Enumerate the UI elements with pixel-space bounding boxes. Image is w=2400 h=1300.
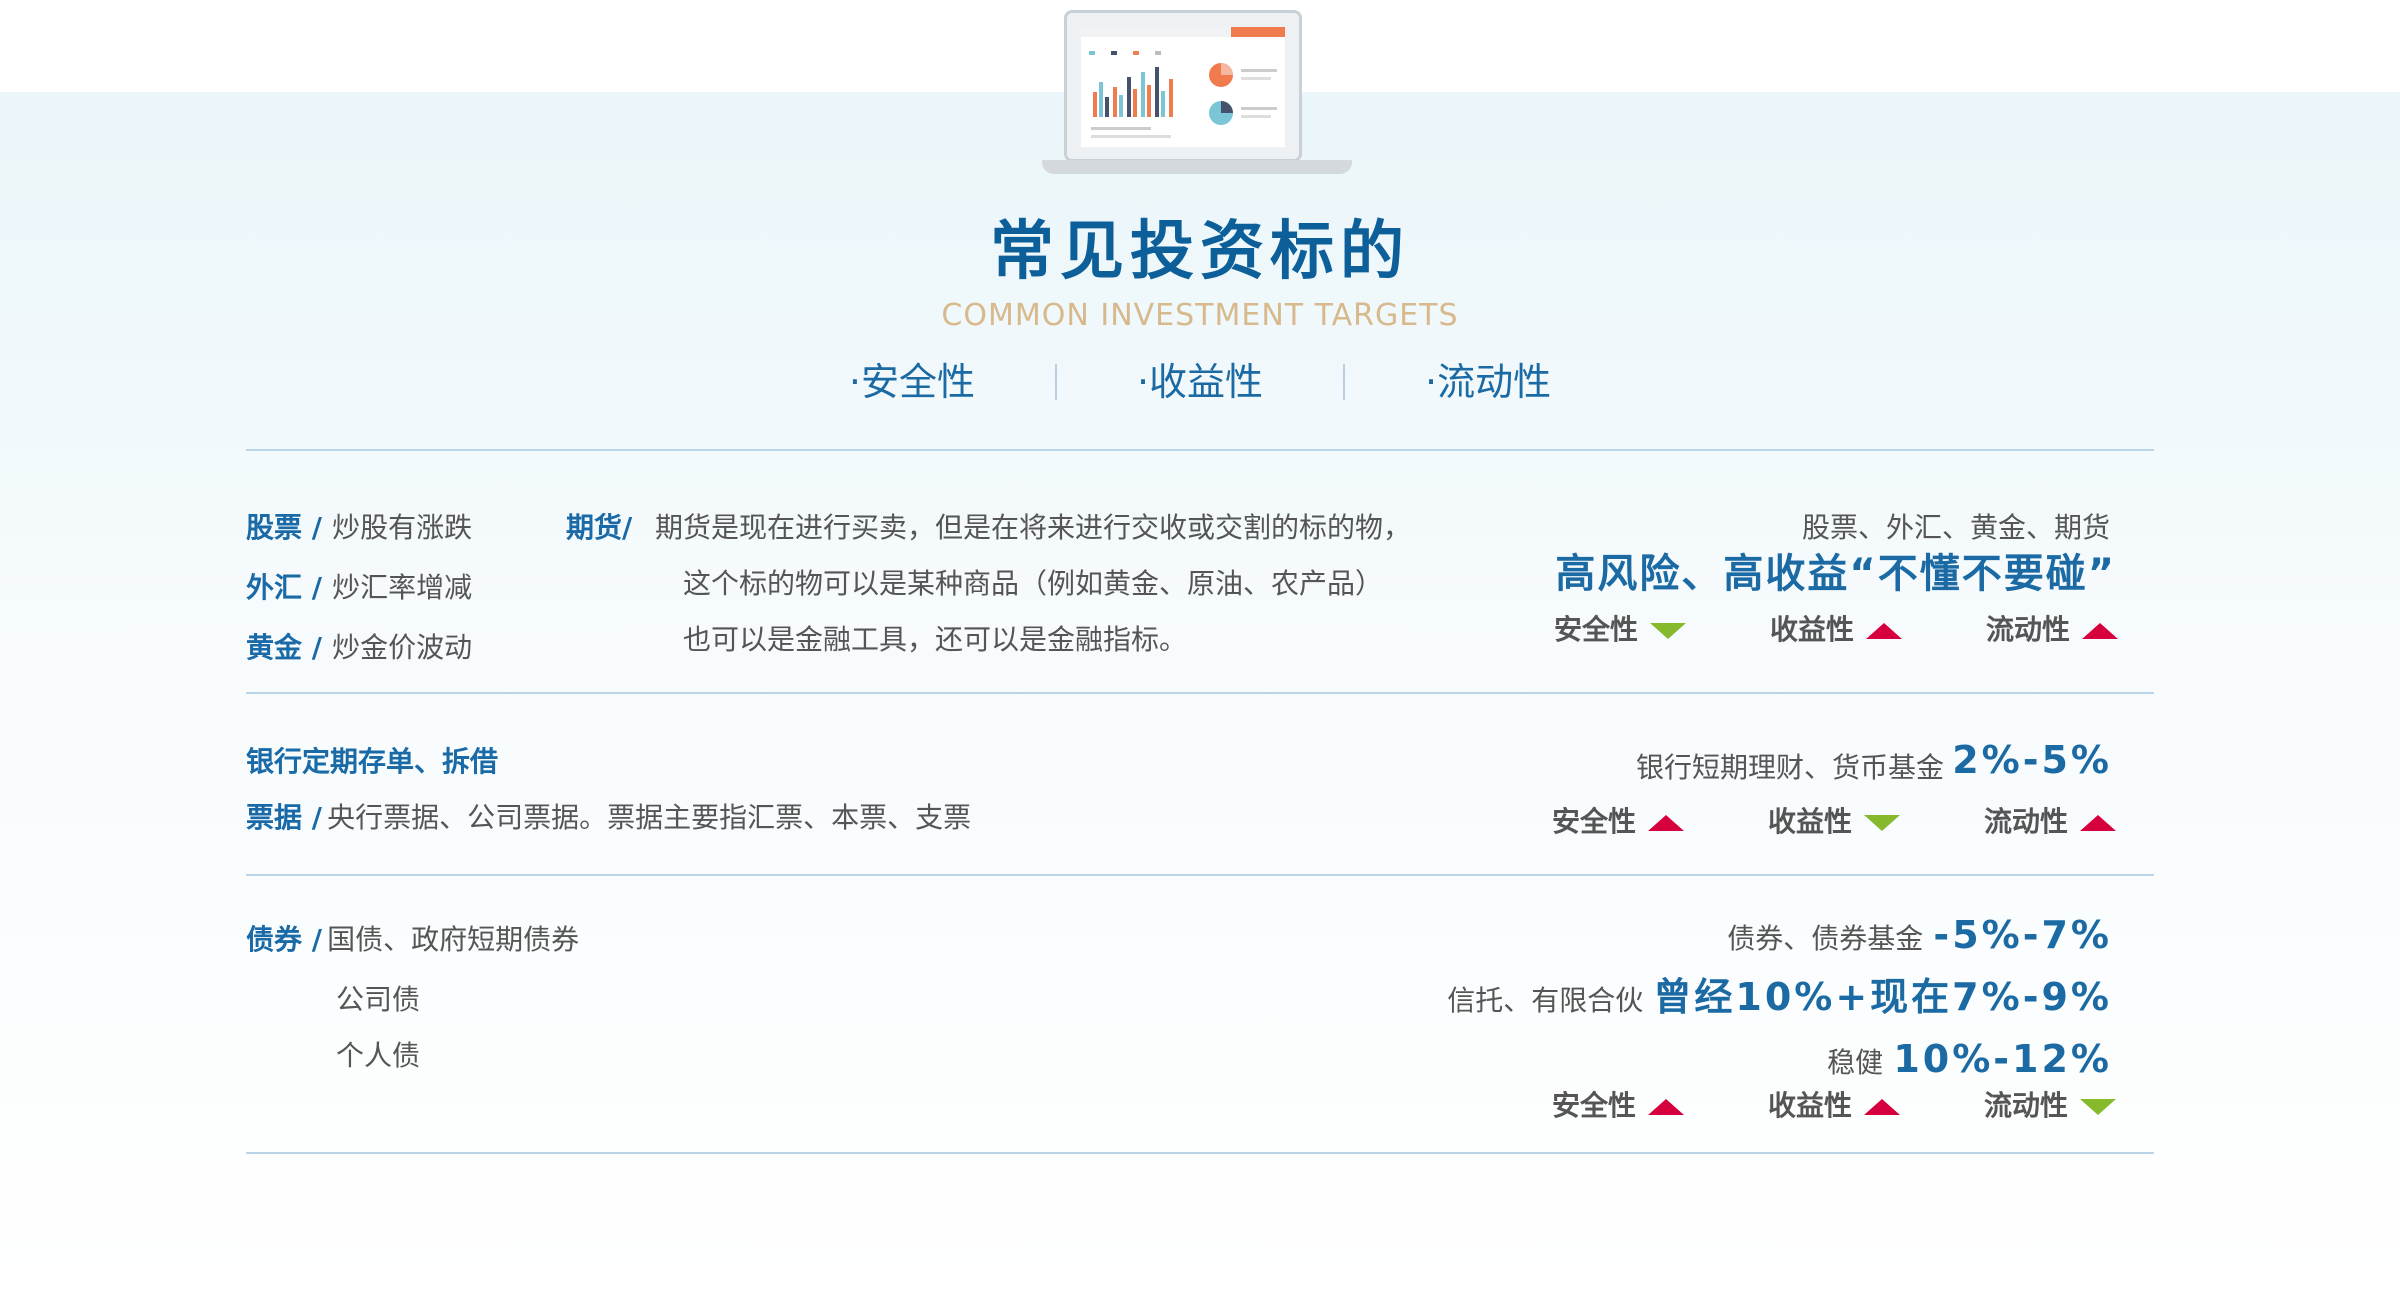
section1-left: 股票 / 炒股有涨跌 外汇 / 炒汇率增减 黄金 / 炒金价波动 (246, 500, 472, 680)
laptop-chart-icon (1042, 10, 1352, 190)
indicator-safety: 安全性 (1554, 608, 1687, 648)
return-caption: 信托、有限合伙 (1447, 984, 1644, 1017)
tab-safety: ·安全性 (769, 363, 1057, 401)
section3-right: 债券、债券基金 -5%-7% 信托、有限合伙 曾经10%+现在7%-9% 稳健 … (1212, 908, 2112, 1094)
futures-description: 期货是现在进行买卖，但是在将来进行交收或交割的标的物， 这个标的物可以是某种商品… (655, 500, 1411, 668)
divider (246, 874, 2154, 876)
divider (246, 1152, 2154, 1154)
indicator-return: 收益性 (1770, 608, 1903, 648)
item-text: 炒股有涨跌 (332, 511, 473, 544)
criteria-tabs: ·安全性 ·收益性 ·流动性 (0, 360, 2400, 414)
down-triangle-icon (1650, 623, 1687, 639)
page-title: 常见投资标的 (990, 215, 1410, 289)
futures-line: 也可以是金融工具，还可以是金融指标。 (683, 623, 1188, 656)
indicator-liquidity: 流动性 (1986, 608, 2119, 648)
item-text: 炒金价波动 (332, 631, 473, 664)
return-caption: 债券、债券基金 (1727, 922, 1924, 955)
return-value: 10%-12% (1893, 1037, 2112, 1081)
tab-return: ·收益性 (1057, 363, 1346, 401)
up-triangle-icon (2082, 623, 2119, 639)
up-triangle-icon (1866, 623, 1903, 639)
indicator-liquidity: 流动性 (1984, 800, 2117, 840)
bond-item: 公司债 (336, 983, 421, 1016)
divider (246, 692, 2154, 694)
divider (246, 449, 2154, 451)
indicator-liquidity: 流动性 (1984, 1084, 2117, 1124)
bond-item: 国债、政府短期债券 (327, 923, 580, 956)
tab-liquidity: ·流动性 (1425, 360, 1552, 404)
indicator-safety: 安全性 (1552, 1084, 1685, 1124)
bond-item: 个人债 (336, 1039, 421, 1072)
page-subtitle: COMMON INVESTMENT TARGETS (941, 298, 1459, 333)
up-triangle-icon (1864, 1099, 1901, 1115)
section2-line2: 票据 / 央行票据、公司票据。票据主要指汇票、本票、支票 (246, 801, 972, 834)
section1-headline: 高风险、高收益“不懂不要碰” (1555, 551, 2116, 597)
return-value: -5%-7% (1933, 913, 2112, 957)
indicator-return: 收益性 (1768, 800, 1901, 840)
return-caption: 稳健 (1827, 1046, 1884, 1079)
futures-label: 期货/ (566, 511, 633, 544)
up-triangle-icon (1648, 815, 1685, 831)
dashboard-chart-icon (1081, 27, 1285, 138)
down-triangle-icon (2080, 1099, 2117, 1115)
indicator-return: 收益性 (1768, 1084, 1901, 1124)
futures-line: 这个标的物可以是某种商品（例如黄金、原油、农产品） (683, 567, 1384, 600)
up-triangle-icon (2080, 815, 2117, 831)
up-triangle-icon (1648, 1099, 1685, 1115)
item-label: 外汇 / (246, 571, 322, 604)
futures-line: 期货是现在进行买卖，但是在将来进行交收或交割的标的物， (655, 511, 1412, 544)
indicator-safety: 安全性 (1552, 800, 1685, 840)
item-label: 股票 / (246, 511, 322, 544)
section2-caption: 银行短期理财、货币基金 (1635, 751, 1944, 784)
bond-label: 债券 / (246, 923, 322, 956)
return-value: 曾经10%+现在7%-9% (1653, 975, 2112, 1019)
item-label: 黄金 / (246, 631, 322, 664)
section2-line1: 银行定期存单、拆借 (246, 745, 499, 778)
section2-percent: 2%-5% (1952, 738, 2112, 782)
down-triangle-icon (1864, 815, 1901, 831)
item-text: 炒汇率增减 (332, 571, 473, 604)
section3-left: 债券 / 国债、政府短期债券 公司债 个人债 (246, 912, 579, 1084)
